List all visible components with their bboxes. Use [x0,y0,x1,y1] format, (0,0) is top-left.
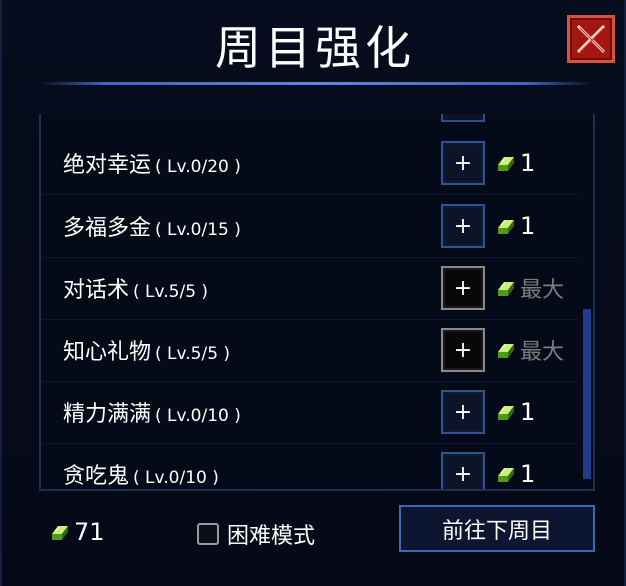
upgrade-name: 多福多金 [63,216,152,241]
currency-amount: 71 [74,518,105,546]
upgrade-plus-button[interactable]: + [441,452,485,489]
hard-mode-checkbox[interactable] [197,523,219,545]
upgrade-cost: 最大 [496,272,564,304]
upgrade-row: 精力满满( Lv.0/10 ) + 1 [41,381,579,444]
partial-plus-button [441,114,485,122]
upgrade-dialog: 周目强化 绝对幸运( Lv.0/20 ) + 1 多福多金( Lv.0/15 )… [0,0,626,586]
green-gem-icon [498,220,514,234]
green-gem-icon [498,344,514,358]
dialog-title: 周目强化 [215,21,415,75]
upgrade-plus-button[interactable]: + [441,204,485,248]
upgrade-name: 精力满满 [63,402,152,427]
upgrade-plus-button[interactable]: + [441,328,485,372]
upgrade-list[interactable]: 绝对幸运( Lv.0/20 ) + 1 多福多金( Lv.0/15 ) + 1 … [39,114,595,491]
next-cycle-button[interactable]: 前往下周目 [399,505,595,552]
upgrade-row: 知心礼物( Lv.5/5 ) + 最大 [41,319,579,382]
green-gem-icon [498,157,514,171]
upgrade-cost: 1 [496,149,535,177]
upgrade-level: ( Lv.0/10 ) [155,406,241,426]
scrollbar-thumb[interactable] [583,309,591,479]
upgrade-name: 知心礼物 [63,340,152,365]
upgrade-level: ( Lv.0/20 ) [155,157,241,177]
upgrade-name: 贪吃鬼 [63,464,130,489]
upgrade-level: ( Lv.5/5 ) [155,344,231,364]
upgrade-plus-button[interactable]: + [441,141,485,185]
green-gem-icon [498,406,514,420]
upgrade-plus-button[interactable]: + [441,390,485,434]
upgrade-name: 绝对幸运 [63,153,152,178]
title-divider [38,82,594,85]
close-x-icon [576,24,606,54]
hard-mode-label: 困难模式 [227,524,316,549]
upgrade-level: ( Lv.0/10 ) [133,468,219,488]
upgrade-row: 绝对幸运( Lv.0/20 ) + 1 [41,132,579,195]
green-gem-icon [52,526,68,540]
upgrade-cost: 1 [496,398,535,426]
upgrade-cost: 1 [496,460,535,488]
green-gem-icon [498,282,514,296]
upgrade-cost: 1 [496,212,535,240]
upgrade-row: 多福多金( Lv.0/15 ) + 1 [41,195,579,258]
upgrade-name: 对话术 [63,278,130,303]
upgrade-plus-button[interactable]: + [441,266,485,310]
list-scrollbar[interactable] [581,114,593,489]
green-gem-icon [498,468,514,482]
upgrade-cost: 最大 [496,334,564,366]
upgrade-level: ( Lv.5/5 ) [133,282,209,302]
upgrade-level: ( Lv.0/15 ) [155,220,241,240]
upgrade-row: 贪吃鬼( Lv.0/10 ) + 1 [41,443,579,489]
close-button[interactable] [567,15,615,63]
hard-mode-toggle[interactable]: 困难模式 [197,518,315,550]
upgrade-row: 对话术( Lv.5/5 ) + 最大 [41,257,579,320]
currency-total: 71 [50,518,105,546]
